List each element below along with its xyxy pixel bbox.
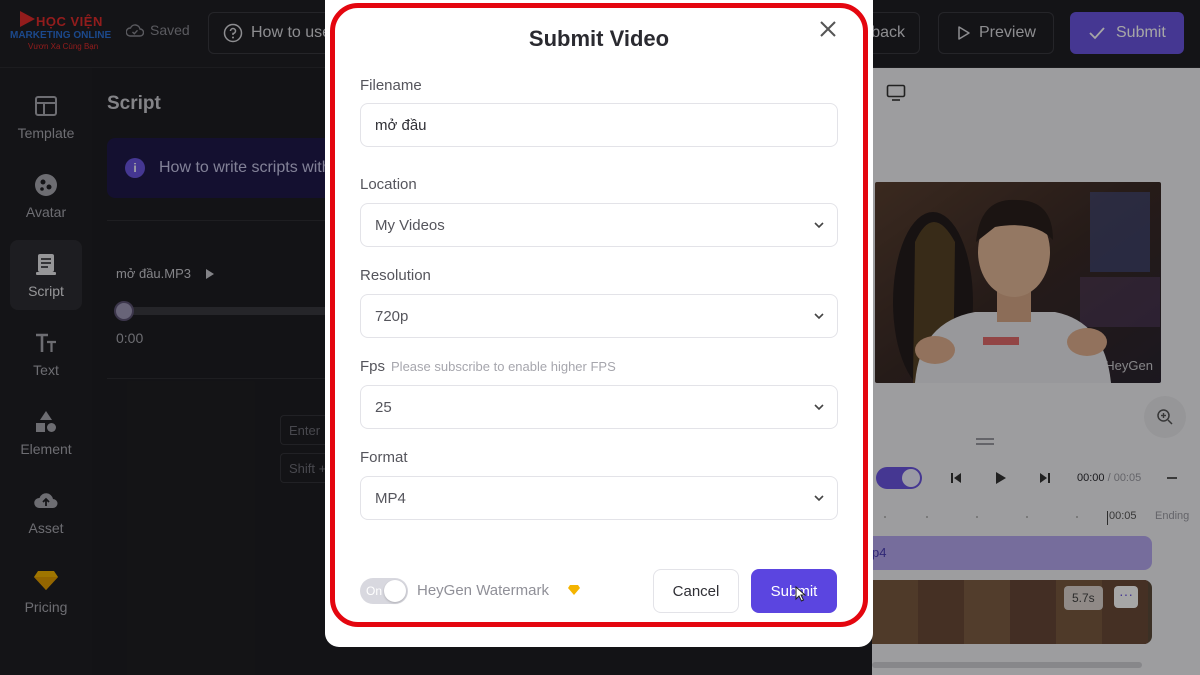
format-value: MP4 <box>375 489 406 507</box>
location-select[interactable]: My Videos <box>360 203 838 247</box>
fps-label-row: Fps Please subscribe to enable higher FPS <box>360 358 616 375</box>
fps-value: 25 <box>375 398 392 416</box>
cancel-button[interactable]: Cancel <box>653 569 739 613</box>
watermark-label: HeyGen Watermark <box>417 582 549 599</box>
chevron-down-icon <box>814 495 824 502</box>
filename-input[interactable]: mở đầu <box>360 103 838 147</box>
dialog-title: Submit Video <box>528 26 670 51</box>
format-label: Format <box>360 449 408 466</box>
fps-select[interactable]: 25 <box>360 385 838 429</box>
chevron-down-icon <box>814 404 824 411</box>
watermark-toggle[interactable]: On <box>360 578 408 604</box>
resolution-value: 720p <box>375 307 409 325</box>
mouse-cursor-icon <box>795 586 807 602</box>
submit-button[interactable]: Submit <box>751 569 837 613</box>
resolution-select[interactable]: 720p <box>360 294 838 338</box>
chevron-down-icon <box>814 313 824 320</box>
toggle-knob <box>384 580 406 602</box>
filename-label: Filename <box>360 77 422 94</box>
fps-hint: Please subscribe to enable higher FPS <box>391 359 616 374</box>
location-value: My Videos <box>375 216 445 234</box>
fps-label: Fps <box>360 358 386 375</box>
location-label: Location <box>360 176 417 193</box>
premium-diamond-icon <box>568 585 580 595</box>
format-select[interactable]: MP4 <box>360 476 838 520</box>
watermark-toggle-state: On <box>366 584 383 598</box>
close-icon[interactable] <box>815 16 841 42</box>
chevron-down-icon <box>814 222 824 229</box>
submit-video-dialog: Submit Video Filename mở đầu Location My… <box>325 0 873 647</box>
resolution-label: Resolution <box>360 267 431 284</box>
